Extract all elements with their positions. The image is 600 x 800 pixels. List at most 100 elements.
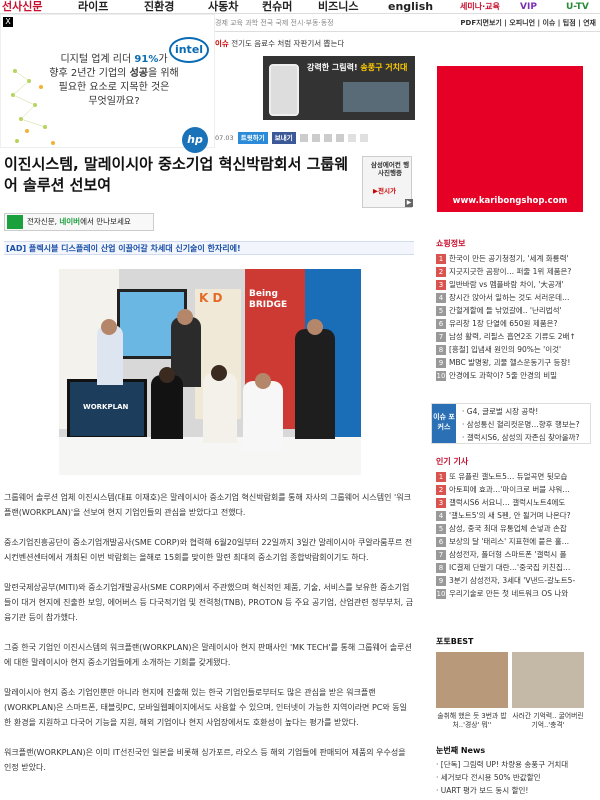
- issue-focus-label: 이슈 포커스: [432, 404, 456, 443]
- person-5-head: [255, 373, 271, 389]
- person-6: [295, 329, 335, 439]
- nav-item-english[interactable]: english: [388, 0, 433, 14]
- photo-best-thumb-2[interactable]: [512, 652, 584, 708]
- list-item[interactable]: 4 '갤노트5'의 새 S펜, 안 될거며 나온다?: [436, 509, 586, 522]
- print-icon[interactable]: [299, 134, 308, 142]
- person-4: [203, 373, 237, 443]
- list-item[interactable]: · 세거보다 전시용 50% 반값할인: [436, 771, 596, 784]
- article-headline: 이진시스템, 말레이시아 중소기업 혁신박람회서 그룹웨어 솔루션 선보여: [4, 155, 348, 194]
- sub-nav-links[interactable]: PDF지면보기 | 오피니언 | 이슈 | 팁점 | 연재: [460, 14, 596, 32]
- list-item[interactable]: 8 IC결제 단말기 대란…'중국집 키친집…: [436, 561, 586, 574]
- list-item[interactable]: 4 장시간 앉아서 일하는 것도 서러운데…: [436, 291, 586, 304]
- list-item[interactable]: 10 우리기술로 만든 첫 네트워크 OS 나와: [436, 587, 586, 600]
- list-item[interactable]: · 갤럭시S6, 삼성의 자존심 찾아올까?: [462, 431, 580, 444]
- ad-line1b: 가: [158, 54, 168, 65]
- person-5: [243, 381, 283, 451]
- ad-line2: 향후 2년간 기업의: [49, 68, 127, 79]
- article-body: 그룹웨어 솔루션 업체 이진시스템(대표 이재호)은 말레이시아 중소기업 혁신…: [4, 490, 414, 790]
- sub-nav-sections[interactable]: 경제 교육 과학 전국 국제 전시·부동·동정: [215, 19, 334, 27]
- list-item[interactable]: 7 삼성전자, 폴더형 스마트폰 '갤럭시 폴: [436, 548, 586, 561]
- person-2-head: [177, 309, 193, 325]
- list-item[interactable]: · 삼성통신 혈리컷운명…향후 행보는?: [462, 418, 580, 431]
- person-6-head: [307, 319, 323, 335]
- minus-icon[interactable]: [360, 134, 369, 142]
- list-item[interactable]: 9 3분기 삼성전자, 3세대 'V낸드-갈노트5-: [436, 574, 586, 587]
- nav-item-home[interactable]: 선사신문: [2, 0, 42, 14]
- phone-image: [269, 64, 299, 116]
- hp-logo: hp: [182, 127, 208, 153]
- ad-percent: 91%: [134, 54, 159, 65]
- nav-item-consumer[interactable]: 컨슈머: [262, 0, 292, 14]
- plus-icon[interactable]: [348, 134, 357, 142]
- naver-icon: [7, 215, 23, 229]
- nav-item-life[interactable]: 라이프: [78, 0, 108, 14]
- karibong-shop-ad[interactable]: www.karibongshop.com: [437, 66, 583, 212]
- shopping-section-title: 쇼핑정보: [436, 239, 466, 248]
- list-item[interactable]: · UART 평가 보드 동시 할인!: [436, 784, 596, 797]
- list-item[interactable]: 2 아토피에 효과…'마이크로 버블 샤워…: [436, 483, 586, 496]
- font-small-icon[interactable]: [323, 134, 332, 142]
- article-date: 07.03: [215, 134, 234, 142]
- ad-bold: 성공: [129, 68, 148, 79]
- list-item[interactable]: 6 유리창 1장 단열에 650원 제품은?: [436, 317, 586, 330]
- person-1-head: [101, 319, 117, 335]
- naver-subscribe-button[interactable]: 전자신문, 네이버에서 만나보세요: [4, 213, 154, 231]
- ad-url: www.karibongshop.com: [452, 196, 568, 206]
- facebook-share-button[interactable]: 보내기: [271, 132, 296, 144]
- breaking-headline[interactable]: 전기도 음료수 처럼 자판기서 뽑는다: [231, 39, 344, 48]
- list-item[interactable]: 3 일반바람 vs 멤플바람 차이, '大공개': [436, 278, 586, 291]
- ad-copy: 디지털 업계 리더 91%가 향후 2년간 기업의 성공을 위해 필요한 요소로…: [29, 53, 199, 109]
- list-item[interactable]: 1 한국이 만든 공기청정기, '세계 화룡력': [436, 252, 586, 265]
- list-item[interactable]: 3 갤럭시S6 서요니… 갤럭시노트4에도: [436, 496, 586, 509]
- list-item[interactable]: 5 삼성, 중국 최대 유통업체 손넣과 손잡: [436, 522, 586, 535]
- list-item[interactable]: · [단독] 그림력 UP! 차량용 송풍구 거치대: [436, 758, 596, 771]
- arrow-right-icon[interactable]: ▶: [405, 199, 413, 207]
- list-item[interactable]: 9 MBC 발명왕, 괴물 헬스운동기구 등장!: [436, 356, 586, 369]
- samsung-aircon-banner[interactable]: 삼성에어컨 행사진행중 ▶전시가 ▶: [362, 156, 413, 208]
- email-icon[interactable]: [311, 134, 320, 142]
- shopping-list: 1 한국이 만든 공기청정기, '세계 화룡력' 2 지긋지긋한 곰팡이… 퍼줄 1…: [436, 252, 586, 382]
- paragraph: 워크플랜(WORKPLAN)은 이미 IT선진국인 일본을 비롯해 싱가포르, …: [4, 748, 406, 772]
- list-item[interactable]: 5 간헐게할에 들 낚었갈에.. '난리법석': [436, 304, 586, 317]
- list-item[interactable]: 2 지긋지긋한 곰팡이… 퍼줄 1위 제품은?: [436, 265, 586, 278]
- close-icon[interactable]: X: [3, 17, 13, 27]
- person-3-head: [159, 367, 175, 383]
- booth-letters: K D: [199, 291, 223, 305]
- text-ad-banner[interactable]: [AD] 플렉시블 디스플레이 산업 이끌어갈 차세대 신기술이 한자리에!: [4, 241, 414, 255]
- monitor-workplan-text: WORKPLAN: [83, 403, 129, 411]
- banner-text: 삼성에어컨 행사진행중: [370, 161, 410, 177]
- photo-best-caption-1[interactable]: 술취해 했은 듯 3번과 밥처..'경상' 뭐'': [436, 712, 508, 730]
- must-news-title: 눈번째 News: [436, 746, 486, 755]
- article-toolbar: 07.03 트윗하기 보내기: [215, 132, 415, 144]
- list-item[interactable]: 8 [흥철] 입냄새 원인의 90%는 '이것': [436, 343, 586, 356]
- list-item[interactable]: 10 안경에도 과학이? 5줄 안경의 비밀: [436, 369, 586, 382]
- list-item[interactable]: 6 보상의 달 '태리스' 지표현에 붙은 홀…: [436, 535, 586, 548]
- ad-line1: 디지털 업계 리더: [60, 54, 132, 65]
- list-item[interactable]: 1또 유플린 갤노트5… 듀얼곡면 뒷모습: [436, 470, 586, 483]
- breaking-tag: 이슈: [215, 39, 229, 48]
- paragraph: 말련국제상공부(MITI)와 중소기업개발공사(SME CORP)에서 주관했으…: [4, 583, 414, 622]
- popular-section-title: 인기 기사: [436, 457, 469, 466]
- article-photo[interactable]: K D Being BRIDGE WORKPLAN: [59, 269, 361, 475]
- breaking-news[interactable]: 이슈 전기도 음료수 처럼 자판기서 뽑는다: [215, 36, 425, 52]
- phone-ad-title: 강력한 그림력! 송풍구 거치대: [307, 63, 408, 72]
- nav-item-seminar[interactable]: 세미나·교육: [460, 0, 500, 14]
- person-4-head: [211, 365, 227, 381]
- tweet-button[interactable]: 트윗하기: [237, 132, 268, 144]
- list-item[interactable]: · G4, 글로벌 시장 공략!: [462, 405, 580, 418]
- font-large-icon[interactable]: [336, 134, 345, 142]
- photo-best-caption-2[interactable]: 사러간 기억력.. 굴어버린 기억..'충격': [512, 712, 584, 730]
- nav-item-utv[interactable]: U-TV: [566, 0, 589, 14]
- nav-item-environment[interactable]: 진환경: [144, 0, 174, 14]
- ad-line2b: 을 위해: [147, 68, 179, 79]
- phone-mount-ad[interactable]: 강력한 그림력! 송풍구 거치대: [263, 56, 415, 120]
- car-vent-image: [343, 82, 409, 112]
- photo-best-thumb-1[interactable]: [436, 652, 508, 708]
- naver-name: 네이버: [59, 217, 81, 226]
- nav-item-vip[interactable]: VIP: [520, 0, 537, 14]
- list-item[interactable]: 7 남성 활력, 리필스 흡연2조 기류도 2배↑: [436, 330, 586, 343]
- intel-hp-ad[interactable]: X intel 디지털 업계 리더 91%가 향후 2년간 기업의 성공을 위해…: [0, 14, 215, 153]
- nav-item-auto[interactable]: 사동차: [208, 0, 238, 14]
- nav-item-business[interactable]: 비즈니스: [318, 0, 358, 14]
- top-navigation: 선사신문 라이프 진환경 사동차 컨슈머 비즈니스 english 세미나·교육…: [0, 0, 600, 14]
